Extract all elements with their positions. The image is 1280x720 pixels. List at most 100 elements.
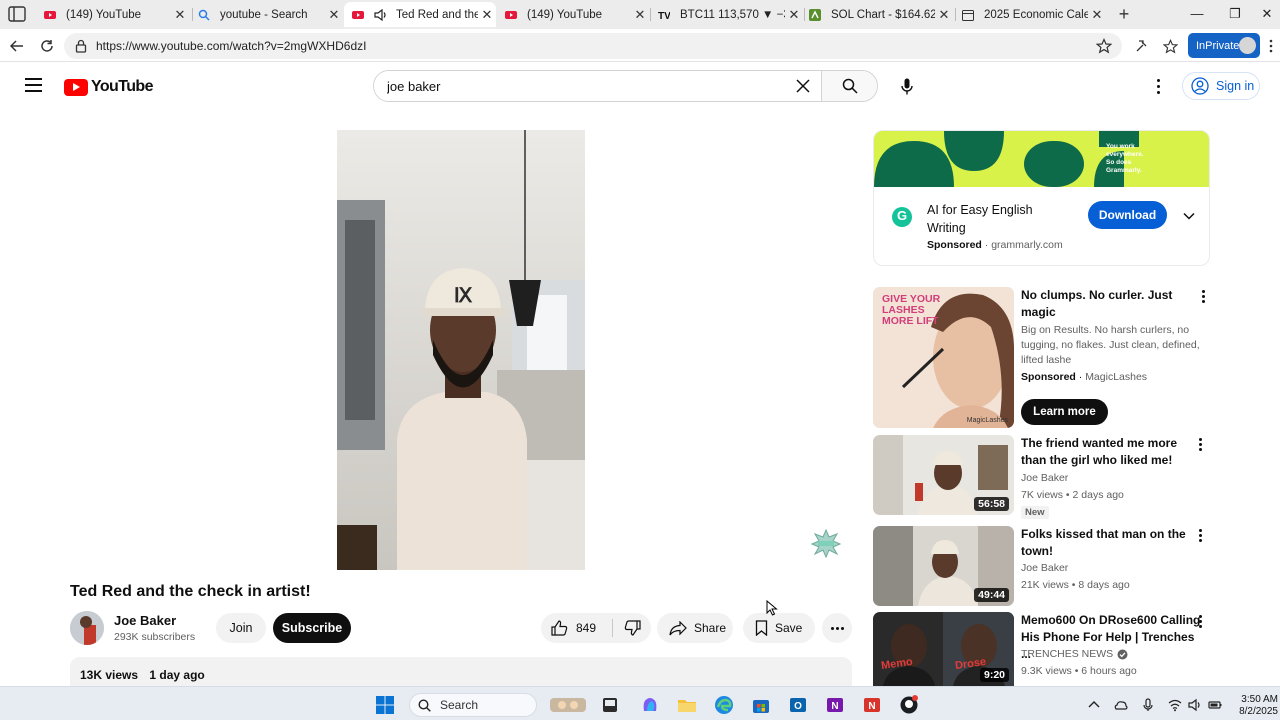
channel-name[interactable]: Joe Baker bbox=[114, 613, 176, 628]
rec-channel-line[interactable]: TRENCHES NEWS bbox=[1021, 648, 1128, 660]
search-highlight-icon[interactable] bbox=[550, 695, 586, 715]
easter-egg-icon[interactable] bbox=[810, 528, 842, 558]
chevron-up-icon[interactable] bbox=[1087, 698, 1101, 712]
system-clock[interactable]: 3:50 AM 8/2/2025 bbox=[1232, 694, 1278, 718]
youtube-logo[interactable]: YouTube bbox=[64, 78, 153, 96]
browser-tab[interactable]: youtube - Search ✕ bbox=[190, 2, 343, 27]
favorites-icon[interactable] bbox=[1160, 36, 1180, 56]
onenote-icon[interactable]: N bbox=[825, 695, 845, 715]
join-button[interactable]: Join bbox=[216, 613, 266, 643]
more-actions-button[interactable] bbox=[822, 613, 852, 643]
extensions-icon[interactable] bbox=[1131, 36, 1151, 56]
subscribe-button[interactable]: Subscribe bbox=[273, 613, 351, 643]
rec-meta: 7K views • 2 days ago bbox=[1021, 489, 1124, 501]
youtube-favicon-icon bbox=[352, 10, 364, 19]
account-icon bbox=[1191, 77, 1209, 95]
ad-card[interactable]: You workeverywhere.So doesGrammarly. AI … bbox=[873, 130, 1210, 266]
copilot-icon[interactable] bbox=[640, 695, 660, 715]
guide-menu-icon[interactable] bbox=[25, 78, 42, 92]
youtube-favicon-icon bbox=[505, 10, 517, 19]
rec-menu-icon[interactable] bbox=[1194, 615, 1206, 631]
task-view-icon[interactable] bbox=[600, 695, 620, 715]
tab-actions-icon[interactable] bbox=[8, 6, 26, 22]
back-icon[interactable] bbox=[7, 36, 27, 56]
ad-thumbnail[interactable]: GIVE YOUR LASHES MORE LIFT MagicLashes bbox=[873, 287, 1014, 428]
search-button[interactable] bbox=[821, 71, 877, 101]
close-tab-icon[interactable]: ✕ bbox=[478, 7, 496, 23]
rec-channel[interactable]: Joe Baker bbox=[1021, 562, 1068, 574]
dislike-button[interactable] bbox=[617, 613, 647, 643]
edge-browser-icon[interactable] bbox=[714, 695, 734, 715]
windows-start-icon[interactable] bbox=[375, 695, 395, 715]
onedrive-icon[interactable] bbox=[1114, 698, 1128, 712]
close-tab-icon[interactable]: ✕ bbox=[935, 7, 953, 23]
close-tab-icon[interactable]: ✕ bbox=[631, 7, 649, 23]
sign-in-button[interactable]: Sign in bbox=[1182, 72, 1260, 100]
clear-search-icon[interactable] bbox=[785, 71, 821, 101]
like-button[interactable]: 849 bbox=[541, 613, 609, 643]
github-icon[interactable] bbox=[899, 695, 919, 715]
voice-search-button[interactable] bbox=[891, 70, 923, 102]
battery-icon[interactable] bbox=[1208, 698, 1222, 712]
audio-playing-icon[interactable] bbox=[374, 8, 388, 21]
close-tab-icon[interactable]: ✕ bbox=[171, 7, 189, 23]
rec-title[interactable]: No clumps. No curler. Just magic bbox=[1021, 287, 1191, 321]
save-button[interactable]: Save bbox=[743, 613, 815, 643]
volume-icon[interactable] bbox=[1188, 698, 1202, 712]
chevron-down-icon[interactable] bbox=[1182, 209, 1196, 223]
browser-tab[interactable]: TV BTC11 113,570 ▼ −3.2 ✕ bbox=[650, 2, 803, 27]
app-icon[interactable]: N bbox=[862, 695, 882, 715]
url-text[interactable]: https://www.youtube.com/watch?v=2mgWXHD6… bbox=[96, 39, 366, 53]
store-icon[interactable] bbox=[751, 695, 771, 715]
new-badge: New bbox=[1021, 506, 1049, 519]
video-thumbnail[interactable]: Memo Drose 9:20 bbox=[873, 612, 1014, 686]
rec-channel[interactable]: Joe Baker bbox=[1021, 472, 1068, 484]
window-close-icon[interactable]: ✕ bbox=[1252, 4, 1280, 24]
browser-tab[interactable]: (149) YouTube ✕ bbox=[497, 2, 649, 27]
search-input[interactable] bbox=[374, 71, 785, 101]
address-bar[interactable]: https://www.youtube.com/watch?v=2mgWXHD6… bbox=[64, 33, 1122, 59]
taskbar-search[interactable]: Search bbox=[409, 693, 537, 717]
favorite-star-icon[interactable] bbox=[1096, 38, 1112, 54]
ad-banner[interactable]: You work everywhere. So does Grammarly. bbox=[874, 131, 1209, 187]
windows-taskbar: Search O N N 3:50 AM 8/2/2025 bbox=[0, 686, 1280, 720]
close-tab-icon[interactable]: ✕ bbox=[325, 7, 343, 23]
browser-tab-active[interactable]: Ted Red and the c ✕ bbox=[344, 2, 496, 27]
new-tab-icon[interactable]: + bbox=[1114, 4, 1134, 24]
video-thumbnail[interactable]: 49:44 bbox=[873, 526, 1014, 606]
microphone-icon[interactable] bbox=[1141, 698, 1155, 712]
ad-download-button[interactable]: Download bbox=[1088, 201, 1167, 229]
clock-time: 3:50 AM bbox=[1241, 694, 1278, 705]
rec-title[interactable]: Folks kissed that man on the town! bbox=[1021, 526, 1191, 560]
inprivate-badge[interactable]: InPrivate bbox=[1188, 33, 1260, 58]
outlook-icon[interactable]: O bbox=[788, 695, 808, 715]
close-tab-icon[interactable]: ✕ bbox=[1088, 7, 1106, 23]
video-thumbnail[interactable]: 56:58 bbox=[873, 435, 1014, 515]
restore-icon[interactable]: ❐ bbox=[1220, 4, 1250, 24]
browser-tab[interactable]: SOL Chart - $164.62 ( ✕ bbox=[801, 2, 953, 27]
browser-tab[interactable]: 2025 Economic Calend ✕ bbox=[954, 2, 1106, 27]
rec-title[interactable]: The friend wanted me more than the girl … bbox=[1021, 435, 1191, 469]
recommendation-item[interactable]: 56:58 The friend wanted me more than the… bbox=[873, 435, 1218, 519]
search-icon bbox=[418, 698, 431, 712]
file-explorer-icon[interactable] bbox=[677, 695, 697, 715]
settings-more-icon[interactable] bbox=[1148, 76, 1168, 96]
rec-menu-icon[interactable] bbox=[1194, 438, 1206, 454]
video-player[interactable]: Ⅸ bbox=[337, 130, 585, 570]
ad-title[interactable]: AI for Easy English Writing bbox=[927, 201, 1067, 237]
learn-more-button[interactable]: Learn more bbox=[1021, 399, 1108, 425]
wifi-icon[interactable] bbox=[1168, 698, 1182, 712]
browser-tab[interactable]: (149) YouTube ✕ bbox=[36, 2, 189, 27]
rec-menu-icon[interactable] bbox=[1197, 290, 1209, 306]
channel-avatar[interactable] bbox=[70, 611, 104, 645]
calendar-favicon-icon bbox=[962, 9, 974, 21]
recommendation-item[interactable]: Memo Drose 9:20 Memo600 On DRose600 Call… bbox=[873, 612, 1218, 686]
refresh-icon[interactable] bbox=[37, 36, 57, 56]
settings-more-icon[interactable] bbox=[1264, 36, 1278, 56]
site-info-icon[interactable] bbox=[74, 39, 88, 53]
minimize-icon[interactable]: — bbox=[1182, 4, 1212, 24]
recommendation-item[interactable]: 49:44 Folks kissed that man on the town!… bbox=[873, 526, 1218, 606]
sponsored-recommendation[interactable]: GIVE YOUR LASHES MORE LIFT MagicLashes No … bbox=[873, 287, 1218, 429]
rec-menu-icon[interactable] bbox=[1194, 529, 1206, 545]
share-button[interactable]: Share bbox=[657, 613, 733, 643]
